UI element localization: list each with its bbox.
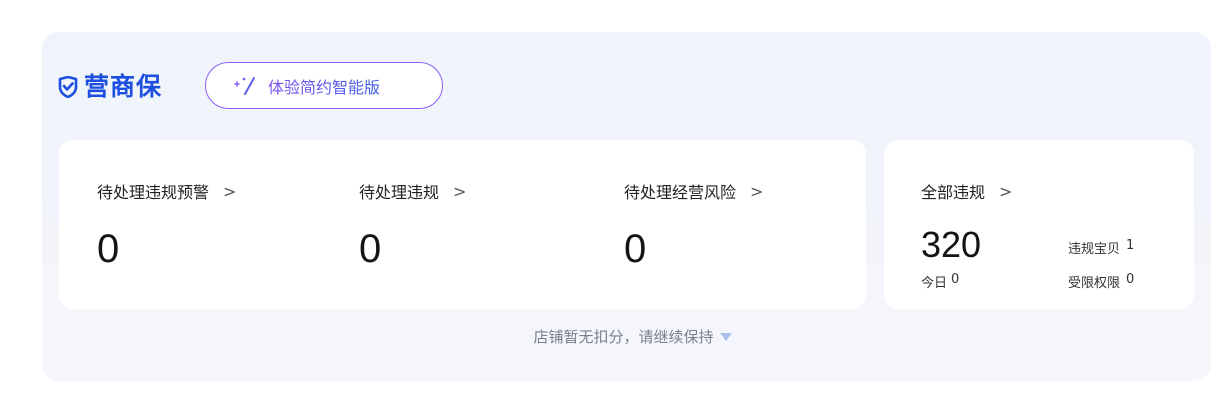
pending-metrics-card: 待处理违规预警 > 0 待处理违规 > 0 待处理经营风险 > 0	[59, 140, 866, 309]
stat-value: 0	[1126, 272, 1135, 287]
today-label: 今日	[921, 276, 948, 291]
all-violations-card: 全部违规 > 320 今日 0 违规宝贝 1 受限权限 0	[884, 140, 1194, 309]
try-smart-version-label: 体验简约智能版	[268, 74, 380, 98]
chevron-right-icon: >	[453, 181, 467, 201]
stat-value: 1	[1126, 238, 1135, 253]
metric-value: 0	[359, 227, 382, 271]
metric-label-text: 全部违规	[921, 183, 986, 202]
violating-items-stat[interactable]: 违规宝贝 1	[1068, 238, 1134, 257]
chevron-right-icon: >	[223, 181, 237, 201]
score-status-footer[interactable]: 店铺暂无扣分，请继续保持	[0, 326, 1229, 347]
brand-name: 营商保	[84, 72, 163, 101]
metric-value: 0	[624, 227, 647, 271]
metric-label: 待处理经营风险 >	[624, 179, 763, 203]
magic-wand-icon	[232, 75, 258, 97]
metric-label-text: 待处理违规	[359, 183, 440, 202]
try-smart-version-button[interactable]: 体验简约智能版	[205, 62, 443, 109]
restricted-permissions-stat[interactable]: 受限权限 0	[1068, 272, 1134, 291]
metric-label: 待处理违规预警 >	[97, 179, 236, 203]
chevron-right-icon: >	[750, 181, 764, 201]
stat-label: 违规宝贝	[1068, 242, 1121, 257]
metric-value: 0	[97, 227, 120, 271]
shield-check-icon	[58, 75, 80, 99]
metric-label: 全部违规 >	[921, 179, 1012, 203]
score-status-text: 店铺暂无扣分，请继续保持	[533, 328, 714, 346]
brand-header: 营商保	[58, 70, 162, 104]
metric-label: 待处理违规 >	[359, 179, 466, 203]
metric-label-text: 待处理经营风险	[624, 183, 737, 202]
stat-label: 受限权限	[1068, 276, 1121, 291]
score-status-content: 店铺暂无扣分，请继续保持	[533, 326, 732, 347]
today-count: 今日 0	[921, 272, 959, 291]
caret-down-icon	[719, 332, 732, 341]
metric-label-text: 待处理违规预警	[97, 183, 210, 202]
all-violations-total: 320	[921, 224, 982, 265]
chevron-right-icon: >	[999, 181, 1013, 201]
today-value: 0	[951, 272, 960, 287]
